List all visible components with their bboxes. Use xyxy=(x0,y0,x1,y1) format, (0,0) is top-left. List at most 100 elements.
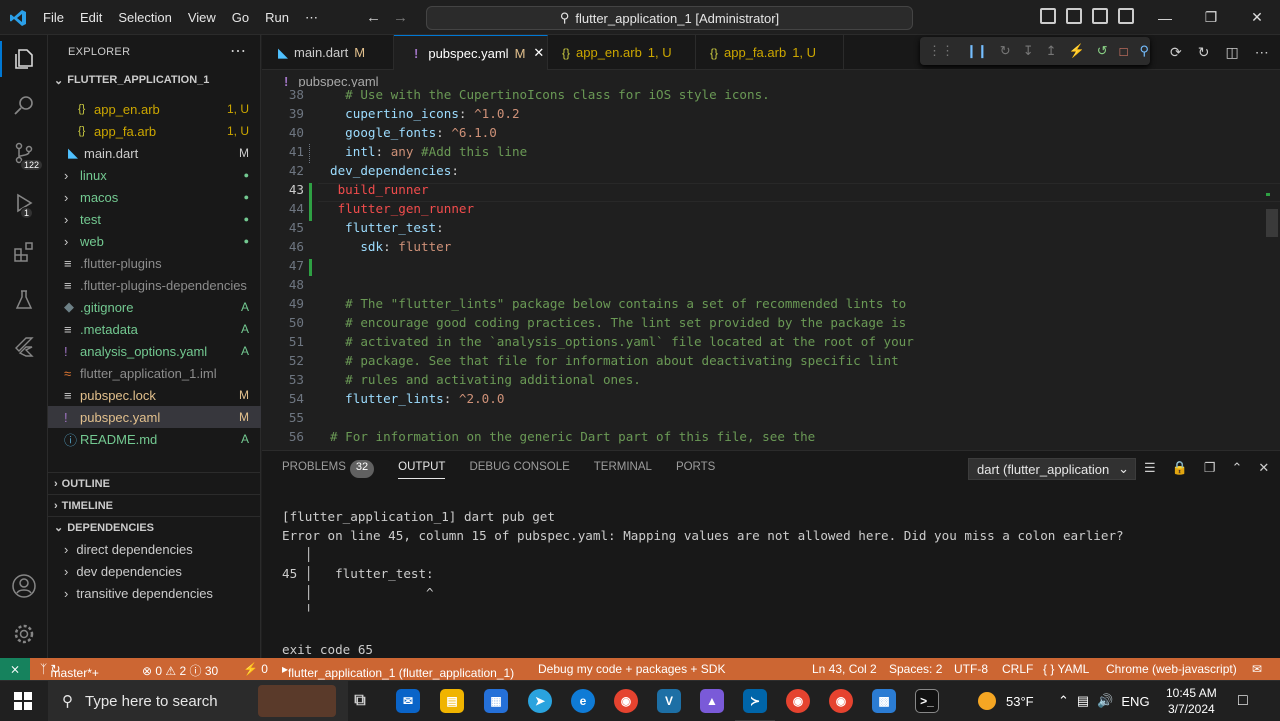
refresh-icon[interactable]: ↻ xyxy=(1198,44,1210,61)
more-actions-icon[interactable]: ⋯ xyxy=(1255,44,1269,61)
flutter-icon[interactable] xyxy=(10,333,38,361)
input-language[interactable]: ENG xyxy=(1121,694,1149,709)
close-panel-icon[interactable]: ✕ xyxy=(1258,460,1269,476)
search-icon[interactable] xyxy=(10,91,38,119)
tab-ports[interactable]: PORTS xyxy=(676,461,715,479)
clock[interactable]: 10:45 AM 3/7/2024 xyxy=(1166,681,1217,721)
explorer-item[interactable]: ! analysis_options.yaml A xyxy=(48,340,261,362)
explorer-item[interactable]: ⓘ README.md A xyxy=(48,428,261,450)
file-explorer-icon[interactable]: ▤ xyxy=(440,689,464,713)
close-window-icon[interactable]: ✕ xyxy=(1234,0,1280,35)
edge-browser-icon[interactable]: e xyxy=(571,689,595,713)
tab-debug-console[interactable]: DEBUG CONSOLE xyxy=(469,461,569,479)
tab-main-dart[interactable]: ◣ main.dart M xyxy=(262,35,394,70)
tab-problems[interactable]: PROBLEMS 32 xyxy=(282,460,375,479)
toggle-secondary-sidebar-icon[interactable] xyxy=(1092,8,1108,24)
accounts-icon[interactable] xyxy=(10,572,38,600)
telegram-icon[interactable]: ➤ xyxy=(528,689,552,713)
explorer-item[interactable]: ! pubspec.yaml M xyxy=(48,406,261,428)
tab-app-fa-arb[interactable]: {} app_fa.arb 1, U xyxy=(696,35,844,70)
explorer-item[interactable]: ≈ flutter_application_1.iml xyxy=(48,362,261,384)
tab-pubspec-yaml[interactable]: ! pubspec.yaml M ✕ xyxy=(394,35,548,70)
settings-gear-icon[interactable] xyxy=(10,620,38,648)
hot-reload-icon[interactable]: ⚡ xyxy=(1069,43,1085,59)
inspect-widget-icon[interactable]: ⚲ xyxy=(1139,43,1149,59)
minimize-icon[interactable]: — xyxy=(1142,0,1188,35)
command-center[interactable]: ⚲ flutter_application_1 [Administrator] xyxy=(426,6,913,30)
timeline-section[interactable]: › TIMELINE xyxy=(48,494,261,516)
restart-icon[interactable]: ↺ xyxy=(1097,43,1108,59)
pause-icon[interactable]: ❙❙ xyxy=(966,43,988,59)
explorer-icon[interactable] xyxy=(10,45,38,73)
chrome-profile-icon[interactable]: ◉ xyxy=(786,689,810,713)
menu-file[interactable]: File xyxy=(35,10,72,25)
step-over-icon[interactable]: ↻ xyxy=(1000,43,1011,59)
chrome-browser-icon-2[interactable]: ◉ xyxy=(829,689,853,713)
tab-app-en-arb[interactable]: {} app_en.arb 1, U xyxy=(548,35,696,70)
tray-overflow-icon[interactable]: ⌃ xyxy=(1058,693,1069,709)
task-view-icon[interactable]: ⧉ xyxy=(348,689,372,713)
weather-widget[interactable]: 53°F xyxy=(978,681,1034,721)
lock-scroll-icon[interactable]: 🔒 xyxy=(1172,460,1188,476)
dep-item-direct[interactable]: › direct dependencies xyxy=(48,538,261,560)
sync-icon[interactable]: ⟳ xyxy=(1170,44,1182,61)
action-center-icon[interactable]: □ xyxy=(1238,681,1248,721)
game-app-icon[interactable]: ▲ xyxy=(700,689,724,713)
open-in-editor-icon[interactable]: ❐ xyxy=(1204,460,1216,476)
dep-item-transitive[interactable]: › transitive dependencies xyxy=(48,582,261,604)
step-out-icon[interactable]: ↥ xyxy=(1046,43,1057,59)
language-mode[interactable]: { } YAML xyxy=(1043,662,1089,676)
menu-go[interactable]: Go xyxy=(224,10,257,25)
git-branch[interactable]: ᛉ master*+ ↻ xyxy=(40,662,99,680)
dependencies-section[interactable]: ⌄ DEPENDENCIES xyxy=(48,516,261,538)
maximize-panel-icon[interactable]: ⌃ xyxy=(1232,460,1243,476)
explorer-item[interactable]: ◆ .gitignore A xyxy=(48,296,261,318)
debug-mode[interactable]: Debug my code + packages + SDK xyxy=(538,662,725,676)
cursor-position[interactable]: Ln 43, Col 2 xyxy=(812,662,877,676)
v-app-icon[interactable]: V xyxy=(657,689,681,713)
menu-edit[interactable]: Edit xyxy=(72,10,110,25)
indentation[interactable]: Spaces: 2 xyxy=(889,662,942,676)
step-into-icon[interactable]: ↧ xyxy=(1023,43,1034,59)
explorer-item[interactable]: › macos ● xyxy=(48,186,261,208)
terminal-app-icon[interactable]: >_ xyxy=(915,689,939,713)
restore-icon[interactable]: ❐ xyxy=(1188,0,1234,35)
explorer-item[interactable]: ≡ .metadata A xyxy=(48,318,261,340)
explorer-item[interactable]: ≡ pubspec.lock M xyxy=(48,384,261,406)
split-editor-icon[interactable]: ◫ xyxy=(1225,44,1238,61)
testing-icon[interactable] xyxy=(10,286,38,314)
back-arrow-icon[interactable]: ← xyxy=(366,9,381,26)
toggle-panel-icon[interactable] xyxy=(1066,8,1082,24)
encoding[interactable]: UTF-8 xyxy=(954,662,988,676)
explorer-item[interactable]: ≡ .flutter-plugins xyxy=(48,252,261,274)
vscode-taskbar-icon[interactable]: ≻ xyxy=(743,689,767,713)
target-device[interactable]: Chrome (web-javascript) xyxy=(1106,662,1237,676)
drag-handle-icon[interactable]: ⋮⋮ xyxy=(928,43,954,59)
remote-icon[interactable]: ⨯ xyxy=(0,658,30,680)
explorer-item[interactable]: ◣ main.dart M xyxy=(48,142,261,164)
explorer-item[interactable]: › web ● xyxy=(48,230,261,252)
chrome-browser-icon[interactable]: ◉ xyxy=(614,689,638,713)
flutter-target[interactable]: ▸ flutter_application_1 (flutter_applica… xyxy=(282,662,514,680)
scrollbar-thumb[interactable] xyxy=(1266,209,1278,237)
ports-status[interactable]: ⚡ 0 xyxy=(243,662,268,676)
store-app-icon[interactable]: ▦ xyxy=(484,689,508,713)
problems-status[interactable]: ⊗ 0 ⚠ 2 ⓘ 30 xyxy=(142,662,218,679)
network-icon[interactable]: ▤ xyxy=(1077,693,1089,709)
control-panel-icon[interactable]: ▩ xyxy=(872,689,896,713)
forward-arrow-icon[interactable]: → xyxy=(393,9,408,26)
menu-more[interactable]: ⋯ xyxy=(297,10,326,26)
extensions-icon[interactable] xyxy=(10,238,38,266)
menu-view[interactable]: View xyxy=(180,10,224,25)
windows-start-icon[interactable] xyxy=(14,692,32,710)
workspace-root[interactable]: ⌄ FLUTTER_APPLICATION_1 xyxy=(48,69,261,91)
toggle-primary-sidebar-icon[interactable] xyxy=(1040,8,1056,24)
line-ending[interactable]: CRLF xyxy=(1002,662,1033,676)
tab-terminal[interactable]: TERMINAL xyxy=(594,461,652,479)
customize-layout-icon[interactable] xyxy=(1118,8,1134,24)
explorer-item[interactable]: ≡ .flutter-plugins-dependencies xyxy=(48,274,261,296)
explorer-item[interactable]: {} app_fa.arb 1, U xyxy=(48,120,261,142)
outline-section[interactable]: › OUTLINE xyxy=(48,472,261,494)
tab-close-icon[interactable]: ✕ xyxy=(533,45,544,61)
dep-item-dev[interactable]: › dev dependencies xyxy=(48,560,261,582)
